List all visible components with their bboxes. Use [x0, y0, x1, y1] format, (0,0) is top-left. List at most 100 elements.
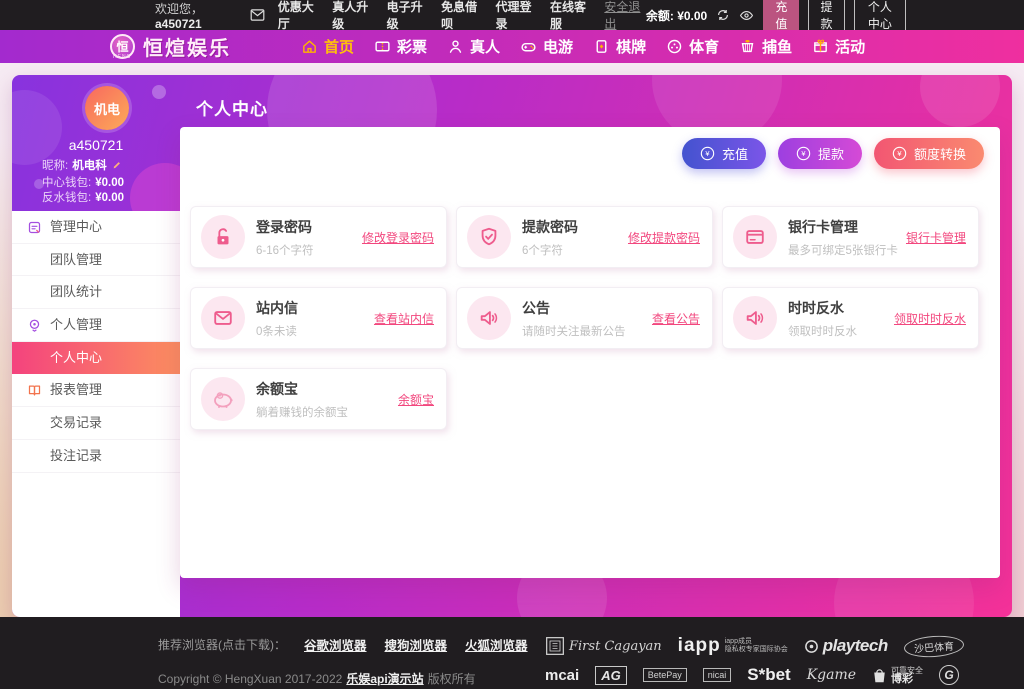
footer-logo-playtech: playtech: [804, 636, 888, 656]
browser-link-firefox[interactable]: 火狐浏览器: [465, 635, 528, 654]
yen-circle-icon: ¥: [892, 146, 907, 161]
topbar-username: a450721: [155, 17, 202, 31]
card-subtitle: 领取时时反水: [788, 323, 857, 339]
card-subtitle: 0条未读: [256, 323, 298, 339]
card-subtitle: 6个字符: [522, 242, 578, 258]
lock-icon: [201, 215, 245, 259]
recharge-action-button[interactable]: ¥ 充值: [682, 138, 766, 169]
sidebar-item-team-stats[interactable]: 团队统计: [12, 276, 180, 309]
fishing-icon: [739, 38, 756, 55]
gamepad-icon: [520, 38, 537, 55]
transfer-action-button[interactable]: ¥ 额度转换: [874, 138, 984, 169]
topbar-link-agent-login[interactable]: 代理登录: [496, 0, 537, 32]
claim-rebate-link[interactable]: 领取时时反水: [894, 310, 966, 327]
person-icon: [447, 38, 464, 55]
card-title: 登录密码: [256, 217, 314, 237]
sidebar-username: a450721: [12, 137, 180, 153]
topbar-link-live-upgrade[interactable]: 真人升级: [332, 0, 373, 32]
browser-link-sogou[interactable]: 搜狗浏览器: [385, 635, 448, 654]
nav-item-chess[interactable]: 棋牌: [593, 36, 646, 57]
card-title: 时时反水: [788, 298, 857, 318]
footer-logo-mcai: mcai: [545, 667, 579, 684]
content-panel: ¥ 充值 ¥ 提款 ¥ 额度转换: [180, 127, 1000, 578]
svg-text:¥: ¥: [897, 149, 902, 158]
footer: 推荐浏览器(点击下载)： 谷歌浏览器 搜狗浏览器 火狐浏览器 Copyright…: [0, 617, 1024, 689]
sidebar-item-personal-manage[interactable]: 个人管理: [12, 309, 180, 342]
view-inbox-link[interactable]: 查看站内信: [374, 310, 434, 327]
footer-logo-ag: AG: [595, 666, 627, 685]
svg-text:¥: ¥: [705, 149, 710, 158]
browser-label: 推荐浏览器(点击下载)：: [158, 636, 286, 653]
nav-item-lottery[interactable]: 彩票: [374, 36, 427, 57]
sidebar-item-team-manage[interactable]: 团队管理: [12, 244, 180, 277]
topbar-link-egame-upgrade[interactable]: 电子升级: [387, 0, 428, 32]
center-wallet-row: 中心钱包:¥0.00: [42, 176, 124, 192]
balance-text: 余额: ¥0.00: [646, 7, 707, 24]
nav-item-activity[interactable]: 活动: [812, 36, 865, 57]
footer-logo-g: G: [939, 665, 959, 685]
rebate-wallet-value: ¥0.00: [95, 192, 124, 204]
bank-card-card: 银行卡管理 最多可绑定5张银行卡 银行卡管理: [722, 206, 979, 268]
brand-logo[interactable]: 恒 HENG 恒煊娱乐: [110, 32, 231, 61]
login-password-card: 登录密码 6-16个字符 修改登录密码: [190, 206, 447, 268]
shield-icon: [467, 215, 511, 259]
topbar-link-service[interactable]: 在线客服: [550, 0, 591, 32]
footer-logo-bocai: 可靠安全博彩: [872, 666, 923, 684]
yen-circle-icon: ¥: [796, 146, 811, 161]
topbar-link-promotions[interactable]: 优惠大厅: [278, 0, 319, 32]
card-title: 提款密码: [522, 217, 578, 237]
rebate-card: 时时反水 领取时时反水 领取时时反水: [722, 287, 979, 349]
refresh-icon[interactable]: [716, 8, 730, 22]
sidebar-item-report-manage[interactable]: 报表管理: [12, 374, 180, 407]
book-icon: [27, 383, 42, 398]
inbox-mail-icon[interactable]: [250, 9, 265, 21]
browser-link-chrome[interactable]: 谷歌浏览器: [304, 635, 367, 654]
mail-icon: [201, 296, 245, 340]
speaker-icon: [467, 296, 511, 340]
sidebar-item-betting-records[interactable]: 投注记录: [12, 440, 180, 473]
edit-pencil-icon[interactable]: [112, 160, 122, 176]
bank-card-manage-link[interactable]: 银行卡管理: [906, 229, 966, 246]
sidebar-item-personal-center[interactable]: 个人中心: [12, 342, 180, 375]
piggy-bank-icon: ¥: [201, 377, 245, 421]
nav-item-fishing[interactable]: 捕鱼: [739, 36, 792, 57]
navbar: 恒 HENG 恒煊娱乐 首页 彩票 真人 电游 棋牌 体育: [0, 30, 1024, 63]
action-buttons: ¥ 充值 ¥ 提款 ¥ 额度转换: [682, 138, 984, 169]
swirl-icon: [804, 639, 819, 654]
nickname-value: 机电科: [72, 160, 107, 172]
eye-icon[interactable]: [739, 8, 754, 23]
modify-login-password-link[interactable]: 修改登录密码: [362, 229, 434, 246]
seal-icon: [545, 636, 565, 656]
card-subtitle: 请随时关注最新公告: [522, 323, 626, 339]
card-subtitle: 躺着赚钱的余额宝: [256, 404, 348, 420]
card-subtitle: 6-16个字符: [256, 242, 314, 258]
gift-icon: [812, 38, 829, 55]
modify-withdraw-password-link[interactable]: 修改提款密码: [628, 229, 700, 246]
svg-text:¥: ¥: [801, 149, 806, 158]
balance-value: ¥0.00: [677, 9, 707, 23]
bank-card-icon: [733, 215, 777, 259]
main-container: 机电 a450721 昵称:机电科 中心钱包:¥0.00 反水钱包:¥0.00 …: [12, 75, 1012, 617]
view-announcement-link[interactable]: 查看公告: [652, 310, 700, 327]
site-link[interactable]: 乐娱api演示站: [346, 672, 423, 686]
footer-logo-sbet: S*bet: [747, 665, 790, 685]
page-title: 个人中心: [196, 95, 268, 120]
sidebar-item-transaction-records[interactable]: 交易记录: [12, 407, 180, 440]
document-icon: [27, 220, 42, 235]
cards-icon: [593, 38, 610, 55]
decor-circle: [920, 75, 1000, 127]
nav-item-home[interactable]: 首页: [301, 36, 354, 57]
ticket-icon: [374, 38, 391, 55]
nav-item-sports[interactable]: 体育: [666, 36, 719, 57]
nav-item-esports[interactable]: 电游: [520, 36, 573, 57]
cards-grid: 登录密码 6-16个字符 修改登录密码 提款密码 6个字符 修改提款密码: [190, 206, 990, 430]
topbar-link-loan[interactable]: 免息借呗: [441, 0, 482, 32]
card-title: 公告: [522, 298, 626, 318]
sidebar-item-manage-center[interactable]: 管理中心: [12, 211, 180, 244]
withdraw-action-button[interactable]: ¥ 提款: [778, 138, 862, 169]
yen-circle-icon: ¥: [700, 146, 715, 161]
yuebao-link[interactable]: 余额宝: [398, 391, 434, 408]
logout-link[interactable]: 安全退出: [604, 0, 645, 32]
nav-item-live[interactable]: 真人: [447, 36, 500, 57]
footer-logo-iapp: iapp iapp成员隐私权专家国际协会: [678, 635, 788, 657]
